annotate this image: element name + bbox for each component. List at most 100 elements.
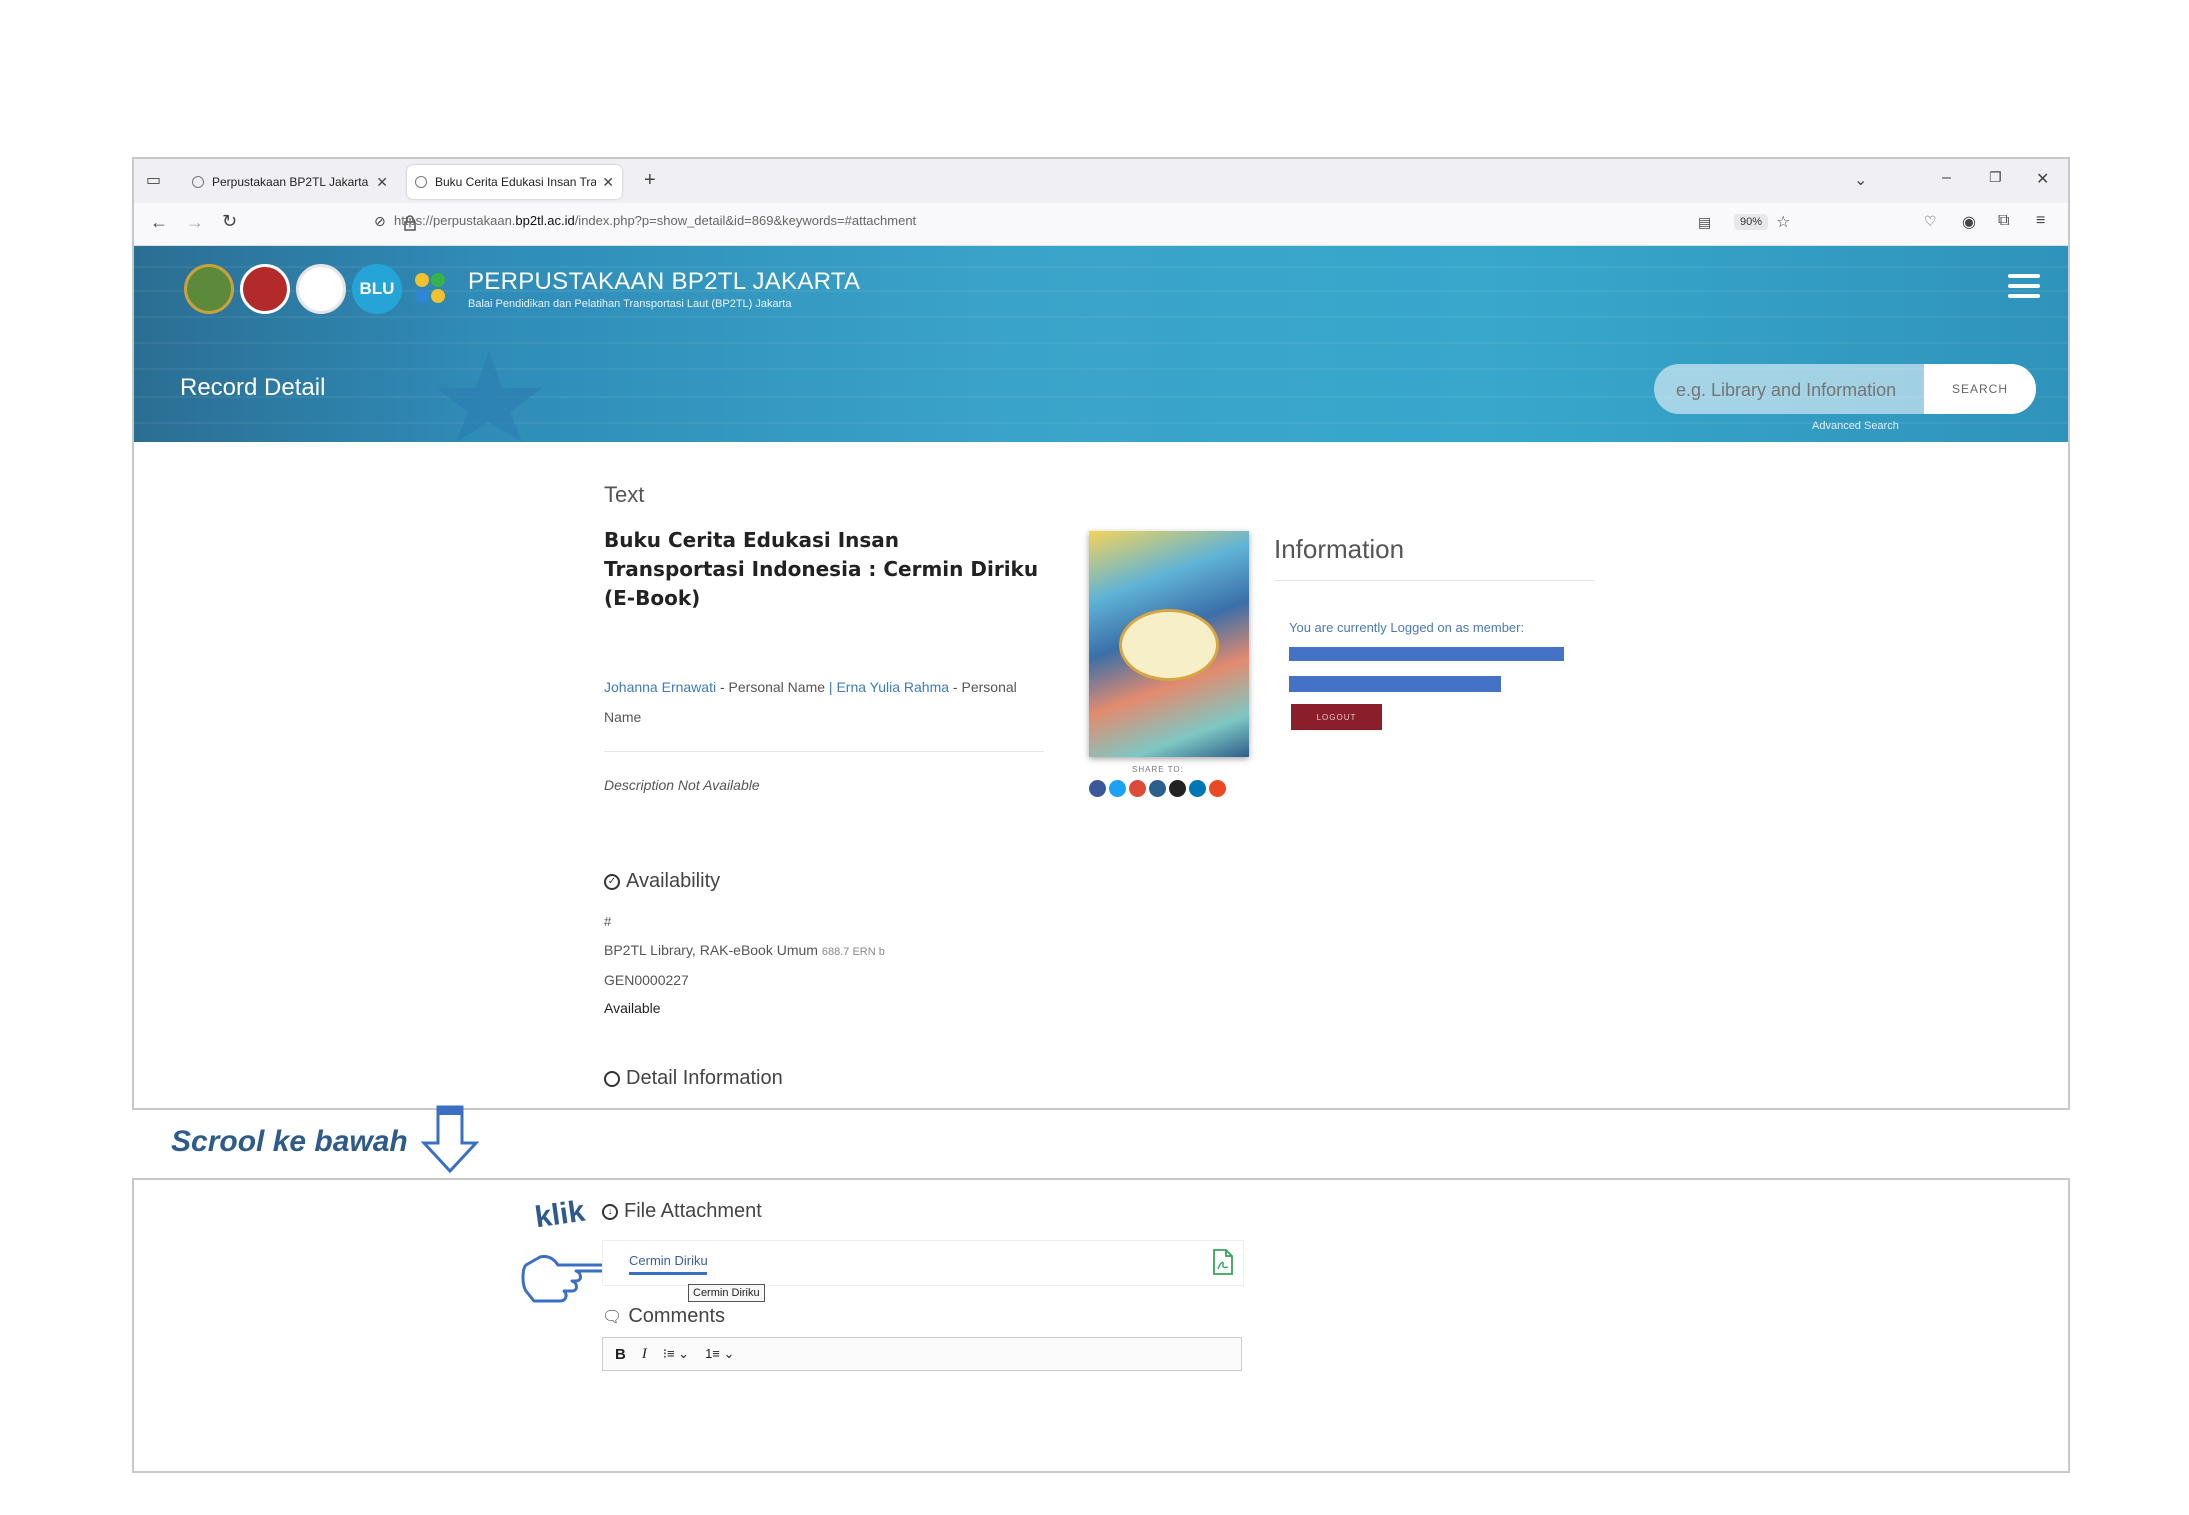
reader-view-icon[interactable]: ▤ xyxy=(1698,214,1711,231)
close-tab-icon[interactable]: ✕ xyxy=(602,174,614,191)
numbered-list-button[interactable]: 1≡ ⌄ xyxy=(705,1346,734,1362)
redacted-member-name xyxy=(1289,647,1564,661)
author-link[interactable]: Johanna Ernawati xyxy=(604,679,716,695)
record-type: Text xyxy=(604,482,645,507)
site-header: BLU PERPUSTAKAAN BP2TL JAKARTA Balai Pen… xyxy=(134,246,2068,442)
share-label: SHARE TO: xyxy=(1132,765,1184,774)
call-number: 688.7 ERN b xyxy=(821,946,885,958)
search-button[interactable]: SEARCH xyxy=(1924,364,2036,414)
attachment-highlight xyxy=(629,1272,707,1275)
author-separator: | xyxy=(828,679,833,695)
blu-label: BLU xyxy=(359,279,395,298)
circle-icon xyxy=(604,1070,620,1087)
new-tab-button[interactable]: + xyxy=(644,169,656,192)
hamburger-menu-icon[interactable] xyxy=(2008,274,2040,304)
book-cover-image xyxy=(1089,531,1249,757)
chevron-down-icon[interactable]: ⌄ xyxy=(1854,170,1867,190)
logged-in-text: You are currently Logged on as member: xyxy=(1289,620,1525,635)
tab-title: Perpustakaan BP2TL Jakarta | Se xyxy=(212,175,370,189)
restore-icon[interactable]: ❐ xyxy=(1989,169,2002,186)
divider xyxy=(604,751,1044,752)
zoom-level[interactable]: 90% xyxy=(1734,214,1769,230)
tab-title: Buku Cerita Edukasi Insan Trans xyxy=(435,175,597,189)
comments-icon: 🗨 xyxy=(602,1308,623,1326)
information-heading: Information xyxy=(1274,534,1405,564)
item-location: BP2TL Library, RAK-eBook Umum 688.7 ERN … xyxy=(604,942,885,958)
facebook-icon[interactable] xyxy=(1089,780,1106,797)
pdf-file-icon[interactable] xyxy=(1212,1249,1234,1275)
forward-icon[interactable]: → xyxy=(186,212,204,233)
menu-icon[interactable]: ≡ xyxy=(2036,212,2045,230)
url-domain: bp2tl.ac.id xyxy=(515,213,575,228)
twitter-icon[interactable] xyxy=(1109,780,1126,797)
tab-bar: ▭ Perpustakaan BP2TL Jakarta | Se ✕ Buku… xyxy=(134,159,2068,203)
star-decoration-icon xyxy=(436,350,542,442)
reload-icon[interactable]: ↻ xyxy=(222,211,237,232)
record-content: Text Buku Cerita Edukasi Insan Transport… xyxy=(134,442,2068,1108)
reddit-icon[interactable] xyxy=(1169,780,1186,797)
comment-editor-toolbar: B I ⁝≡ ⌄ 1≡ ⌄ xyxy=(602,1337,1242,1371)
detail-information-toggle[interactable]: Detail Information xyxy=(604,1067,783,1090)
close-tab-icon[interactable]: ✕ xyxy=(376,174,388,191)
check-circle-icon: ✓ xyxy=(604,873,620,890)
author-role: Personal Name xyxy=(728,679,826,695)
tracking-shield-icon[interactable]: ⊘ xyxy=(374,213,386,230)
item-code: GEN0000227 xyxy=(604,972,689,988)
comments-heading: 🗨 Comments xyxy=(602,1305,725,1328)
url-bar[interactable]: https://perpustakaan.bp2tl.ac.id/index.p… xyxy=(394,213,916,228)
tab-list-icon[interactable]: ▭ xyxy=(146,170,161,190)
pinwheel-logo-icon xyxy=(415,273,445,303)
share-buttons xyxy=(1089,780,1226,797)
attachment-tooltip: Cermin Diriku xyxy=(688,1284,765,1302)
close-window-icon[interactable]: ✕ xyxy=(2036,169,2049,189)
availability-title: Availability xyxy=(626,870,721,892)
back-icon[interactable]: ← xyxy=(150,212,168,233)
download-circle-icon: ↓ xyxy=(602,1203,618,1220)
bold-button[interactable]: B xyxy=(615,1346,626,1363)
author-link[interactable]: Erna Yulia Rahma xyxy=(836,679,949,695)
location-text: BP2TL Library, RAK-eBook Umum xyxy=(604,942,818,958)
logout-button[interactable]: LOGOUT xyxy=(1291,704,1382,730)
file-attachment-heading: ↓ File Attachment xyxy=(602,1200,762,1223)
minimize-icon[interactable]: – xyxy=(1942,169,1951,187)
pocket-icon[interactable]: ♡ xyxy=(1924,213,1937,230)
redacted-member-id xyxy=(1289,676,1501,692)
detail-information-title: Detail Information xyxy=(626,1067,783,1089)
tab-buku-cerita[interactable]: Buku Cerita Edukasi Insan Trans ✕ xyxy=(407,165,622,199)
globe-icon xyxy=(192,176,204,188)
advanced-search-link[interactable]: Advanced Search xyxy=(1812,420,1899,432)
attachment-link[interactable]: Cermin Diriku xyxy=(629,1253,708,1268)
account-icon[interactable]: ◉ xyxy=(1962,212,1976,232)
divider xyxy=(1274,580,1594,581)
book-title: Buku Cerita Edukasi Insan Transportasi I… xyxy=(604,528,1039,610)
scrolled-panel xyxy=(132,1178,2070,1473)
extensions-icon[interactable]: ⧉ xyxy=(1998,212,2009,230)
arrow-down-icon xyxy=(420,1105,480,1174)
search-input[interactable] xyxy=(1674,364,1928,414)
site-subtitle: Balai Pendidikan dan Pelatihan Transport… xyxy=(468,298,792,310)
digg-icon[interactable] xyxy=(1149,780,1166,797)
stumbleupon-icon[interactable] xyxy=(1209,780,1226,797)
tab-perpustakaan[interactable]: Perpustakaan BP2TL Jakarta | Se ✕ xyxy=(184,165,396,199)
bp2tl-logo xyxy=(296,264,346,314)
status-badge: Available xyxy=(604,1000,661,1016)
emblem-logo xyxy=(184,264,234,314)
linkedin-icon[interactable] xyxy=(1189,780,1206,797)
navigation-bar: ← → ↻ ⊘ https://perpustakaan.bp2tl.ac.id… xyxy=(134,203,2068,246)
page-title: Record Detail xyxy=(180,374,326,401)
description-text: Description Not Available xyxy=(604,777,760,793)
cover-title-badge xyxy=(1119,609,1219,681)
italic-button[interactable]: I xyxy=(642,1346,647,1363)
author-list: Johanna Ernawati - Personal Name | Erna … xyxy=(604,679,1017,725)
comments-title: Comments xyxy=(628,1305,726,1327)
url-prefix: https://perpustakaan. xyxy=(394,213,516,228)
file-attachment-title: File Attachment xyxy=(624,1200,762,1222)
bullet-list-button[interactable]: ⁝≡ ⌄ xyxy=(663,1346,689,1362)
site-title[interactable]: PERPUSTAKAAN BP2TL JAKARTA xyxy=(468,268,860,296)
google-plus-icon[interactable] xyxy=(1129,780,1146,797)
bookmark-star-icon[interactable]: ☆ xyxy=(1776,212,1790,232)
availability-column-header: # xyxy=(604,914,612,929)
partner-logos: BLU xyxy=(184,264,452,314)
scroll-down-note: Scrool ke bawah xyxy=(171,1125,408,1158)
blu-logo: BLU xyxy=(352,264,402,314)
